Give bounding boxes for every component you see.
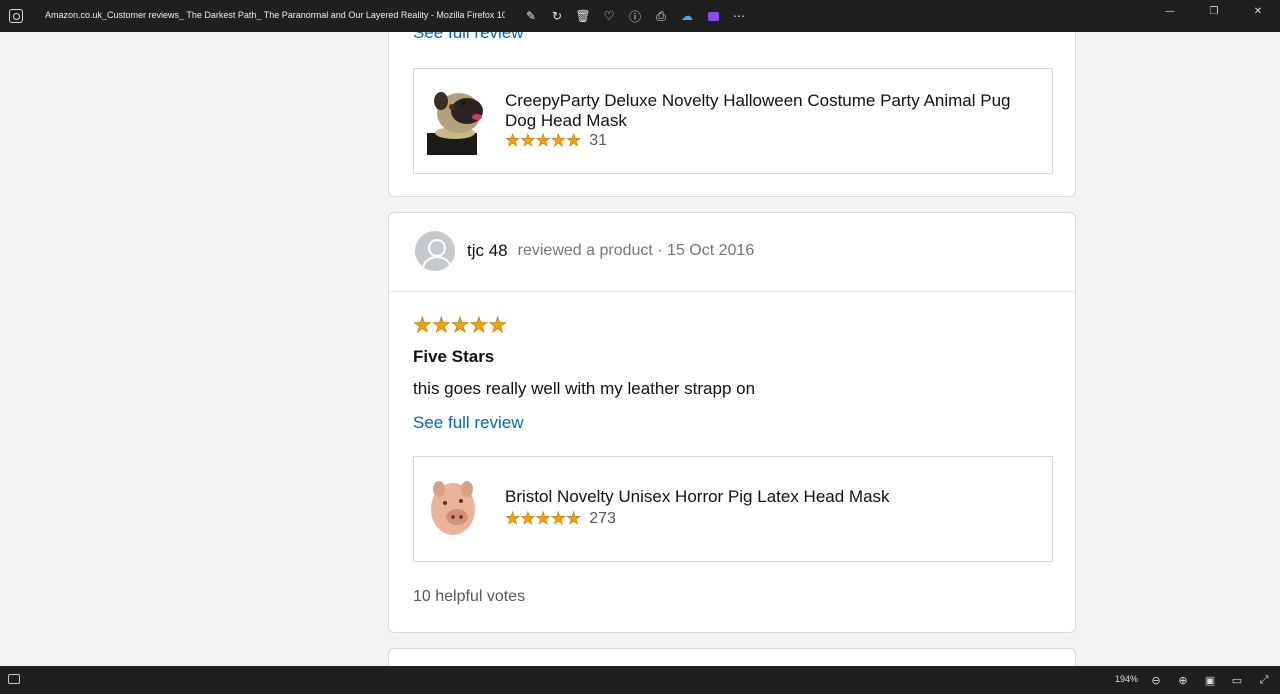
onedrive-icon[interactable]: ☁ [677, 6, 697, 26]
zoom-controls: ⊖ ⊕ ▣ ▭ ⤢ [1146, 670, 1274, 690]
fullscreen-icon[interactable]: ⤢ [1254, 670, 1274, 690]
rating-count[interactable]: 273 [589, 510, 616, 528]
toolbar: ✎ ↻ 🗑 ♡ ⓘ ⎙ ☁ ⋯ [521, 6, 749, 26]
actual-size-icon[interactable]: ▭ [1227, 670, 1247, 690]
status-bar: 194% ⊖ ⊕ ▣ ▭ ⤢ [0, 666, 1280, 694]
zoom-in-icon[interactable]: ⊕ [1173, 670, 1193, 690]
review-card: See full review CreepyParty Deluxe Novel… [388, 32, 1076, 197]
edit-icon[interactable]: ✎ [521, 6, 541, 26]
pug-mask-image[interactable] [427, 89, 489, 155]
pig-mask-image[interactable] [427, 479, 483, 539]
review-card [388, 648, 1076, 666]
zoom-out-icon[interactable]: ⊖ [1146, 670, 1166, 690]
reviewer-name[interactable]: tjc 48 [467, 241, 508, 261]
product-box[interactable]: Bristol Novelty Unisex Horror Pig Latex … [413, 456, 1053, 562]
rating-stars: ★★★★★ [505, 131, 582, 152]
photos-app-icon [9, 9, 23, 23]
product-box[interactable]: CreepyParty Deluxe Novelty Halloween Cos… [413, 68, 1053, 174]
see-full-review-link[interactable]: See full review [413, 413, 524, 433]
rating-stars: ★★★★★ [505, 509, 582, 530]
restore-icon[interactable]: ❐ [1192, 0, 1236, 22]
slideshow-icon[interactable] [8, 674, 20, 684]
info-icon[interactable]: ⓘ [625, 6, 645, 26]
fit-icon[interactable]: ▣ [1200, 670, 1220, 690]
close-icon[interactable]: ✕ [1236, 0, 1280, 22]
divider [389, 291, 1075, 292]
delete-icon[interactable]: 🗑 [573, 6, 593, 26]
rotate-icon[interactable]: ↻ [547, 6, 567, 26]
more-icon[interactable]: ⋯ [729, 6, 749, 26]
review-body: this goes really well with my leather st… [413, 379, 756, 398]
helpful-votes: 10 helpful votes [413, 588, 526, 605]
print-icon[interactable]: ⎙ [651, 6, 671, 26]
favorite-icon[interactable]: ♡ [599, 6, 619, 26]
title-bar: Amazon.co.uk_Customer reviews_ The Darke… [0, 0, 1280, 32]
review-card: tjc 48 reviewed a product · 15 Oct 2016 … [388, 212, 1076, 633]
see-full-review-link[interactable]: See full review [413, 32, 524, 43]
clipchamp-icon[interactable] [703, 6, 723, 26]
product-title[interactable]: Bristol Novelty Unisex Horror Pig Latex … [505, 487, 1035, 507]
avatar[interactable] [415, 231, 455, 271]
review-title: Five Stars [413, 347, 495, 366]
window-title: Amazon.co.uk_Customer reviews_ The Darke… [45, 10, 505, 20]
review-meta: reviewed a product · 15 Oct 2016 [517, 242, 755, 259]
product-rating: ★★★★★ 31 [505, 131, 607, 152]
reviewer-header: tjc 48 reviewed a product · 15 Oct 2016 [415, 231, 754, 271]
image-viewport: See full review CreepyParty Deluxe Novel… [0, 32, 1280, 666]
product-rating: ★★★★★ 273 [505, 509, 616, 530]
rating-count[interactable]: 31 [589, 132, 607, 150]
review-stars: ★★★★★ [413, 313, 508, 338]
zoom-level[interactable]: 194% [1115, 674, 1138, 684]
minimize-icon[interactable]: — [1148, 0, 1192, 22]
window-controls: — ❐ ✕ [1148, 0, 1280, 32]
product-title[interactable]: CreepyParty Deluxe Novelty Halloween Cos… [505, 91, 1035, 131]
